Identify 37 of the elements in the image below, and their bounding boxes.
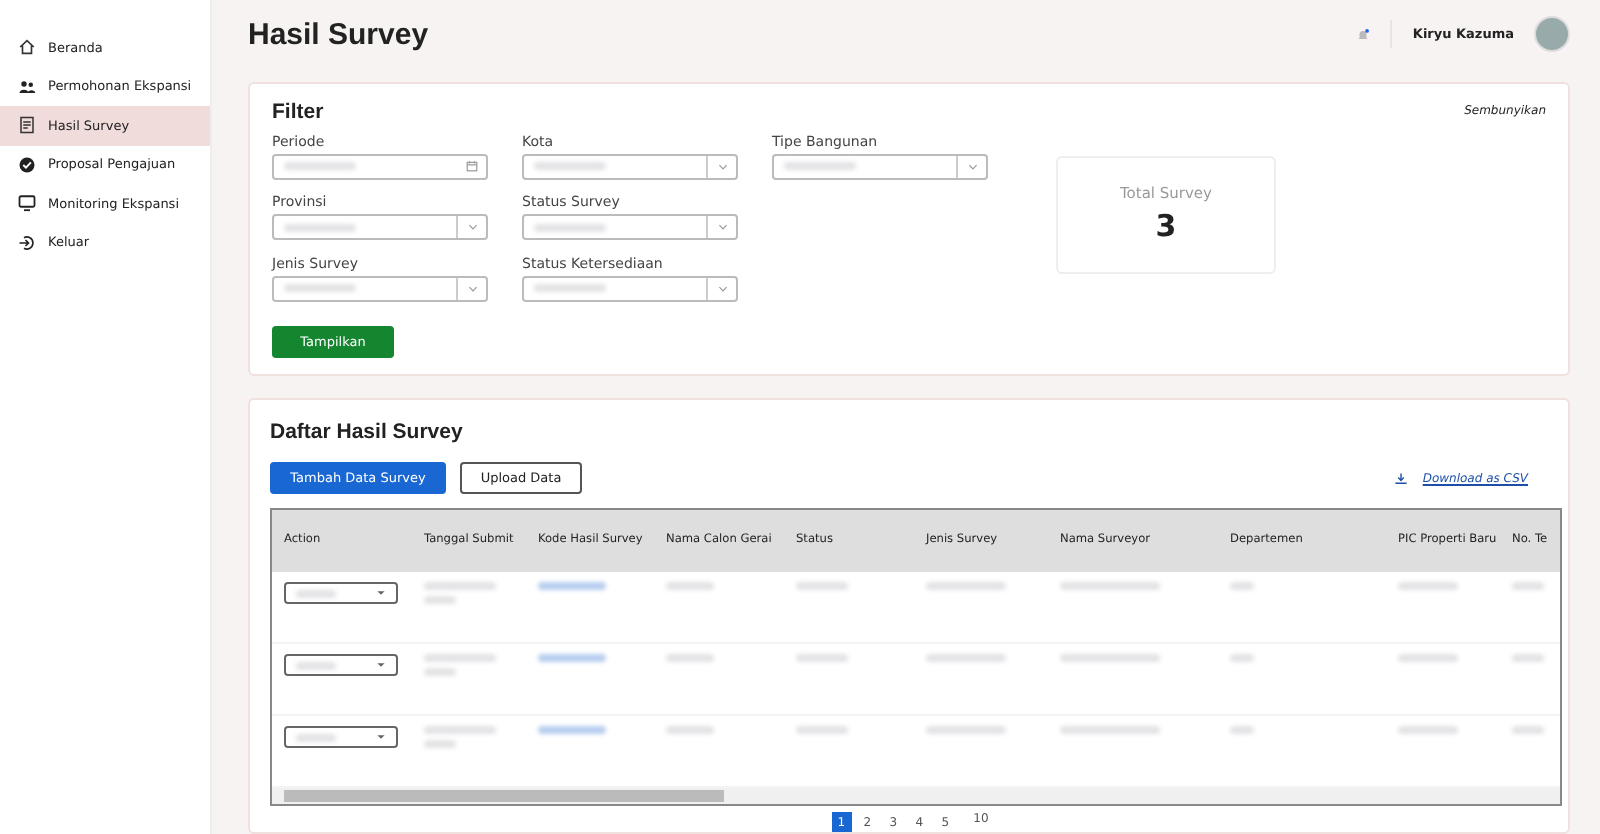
caret-icon: [376, 590, 386, 596]
people-icon: [18, 77, 36, 96]
avatar[interactable]: [1534, 16, 1570, 53]
notification-bell-icon[interactable]: [1356, 27, 1371, 42]
select-field[interactable]: [272, 214, 488, 240]
select-field[interactable]: [522, 214, 738, 240]
blurred-text: [538, 654, 606, 662]
document-icon: [18, 116, 36, 135]
caret-icon: [717, 285, 727, 291]
monitor-icon: [18, 194, 36, 213]
calendar-icon: [466, 160, 478, 172]
blurred-text: [538, 726, 606, 734]
home-icon: [18, 38, 36, 57]
list-title: Daftar Hasil Survey: [270, 420, 465, 444]
stat-value: 3: [1155, 208, 1177, 244]
action-select[interactable]: [284, 726, 398, 748]
caret-icon: [717, 163, 727, 169]
caret-icon: [467, 224, 477, 230]
action-select[interactable]: [284, 654, 398, 676]
caret-icon: [467, 285, 477, 291]
caret-icon: [717, 224, 727, 230]
date-range-field[interactable]: [272, 153, 488, 179]
caret-icon: [967, 163, 977, 169]
select-field[interactable]: [272, 275, 488, 301]
filter-title: Filter: [272, 99, 324, 123]
download-icon: [1394, 471, 1409, 485]
action-select[interactable]: [284, 582, 398, 604]
select-field[interactable]: [522, 153, 738, 179]
blurred-text: [538, 582, 606, 590]
logout-icon: [18, 233, 36, 252]
page-title: Hasil Survey: [248, 17, 429, 52]
select-field[interactable]: [522, 275, 738, 301]
horizontal-scrollbar[interactable]: [272, 788, 1560, 804]
caret-icon: [376, 734, 386, 740]
caret-icon: [376, 662, 386, 668]
select-field[interactable]: [772, 153, 988, 179]
check-circle-icon: [18, 155, 36, 174]
